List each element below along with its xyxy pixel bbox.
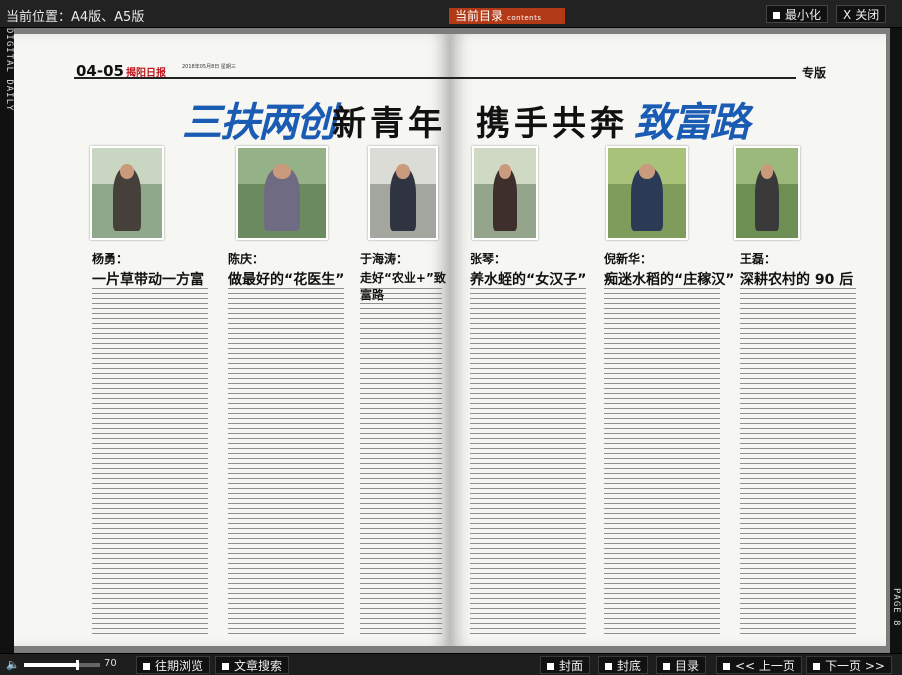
volume-slider[interactable] — [24, 660, 100, 670]
top-toolbar: 当前位置：A4版、A5版 当前目录 contents 最小化 X 关闭 — [0, 0, 902, 28]
header-rule — [450, 77, 796, 79]
article-body[interactable] — [740, 288, 856, 638]
article-body[interactable] — [360, 288, 442, 638]
square-icon — [143, 663, 150, 670]
left-side-strip: DIGITAL DAILY — [0, 28, 14, 653]
paper-date: 2018年05月8日 星期三 — [182, 64, 236, 70]
close-label: 关闭 — [855, 8, 880, 22]
close-button[interactable]: X 关闭 — [836, 5, 887, 23]
headline-block-right: 携手共奔 — [476, 104, 628, 144]
article-title: 一片草带动一方富 — [92, 272, 204, 288]
article-title: 养水蛭的“女汉子” — [470, 272, 587, 288]
current-directory-small: contents — [507, 14, 542, 22]
square-icon — [605, 663, 612, 670]
bottom-toolbar: 🔈 70 往期浏览 文章搜索 封面 封底 目录 << 上一页 下一页 >> — [0, 653, 902, 675]
article-body[interactable] — [92, 288, 208, 638]
newspaper-viewer[interactable]: 04-05 揭阳日报 2018年05月8日 星期三 三扶两创 新青年 杨勇： 一… — [14, 28, 890, 653]
article-heading[interactable]: 王磊： 深耕农村的 90 后 — [740, 250, 853, 289]
article-search-button[interactable]: 文章搜索 — [215, 656, 290, 674]
header-rule — [74, 77, 450, 79]
prev-page-button[interactable]: << 上一页 — [716, 656, 802, 674]
minimize-label: 最小化 — [785, 8, 822, 22]
history-browse-label: 往期浏览 — [155, 659, 204, 673]
back-cover-button[interactable]: 封底 — [598, 656, 649, 674]
article-author: 陈庆： — [228, 252, 265, 266]
article-title: 深耕农村的 90 后 — [740, 272, 854, 288]
article-author: 于海涛： — [360, 252, 409, 266]
back-cover-label: 封底 — [617, 659, 642, 673]
cover-label: 封面 — [559, 659, 584, 673]
current-directory-tab[interactable]: 当前目录 contents — [449, 8, 565, 24]
square-icon — [663, 663, 670, 670]
article-photo[interactable] — [368, 146, 438, 240]
article-heading[interactable]: 杨勇： 一片草带动一方富 — [92, 250, 204, 289]
article-author: 张琴： — [470, 252, 507, 266]
article-body[interactable] — [228, 288, 344, 638]
article-photo[interactable] — [472, 146, 538, 240]
article-heading[interactable]: 倪新华： 痴迷水稻的“庄稼汉” — [604, 250, 734, 289]
section-label: 专版 — [801, 66, 826, 80]
toc-label: 目录 — [675, 659, 700, 673]
article-body[interactable] — [604, 288, 720, 638]
toc-button[interactable]: 目录 — [656, 656, 707, 674]
right-side-strip: PAGE 8 — [890, 28, 902, 653]
article-author: 王磊： — [740, 252, 777, 266]
close-icon: X — [843, 8, 852, 22]
square-icon — [222, 663, 229, 670]
next-page-button[interactable]: 下一页 >> — [806, 656, 892, 674]
article-title: 痴迷水稻的“庄稼汉” — [604, 272, 735, 288]
page-indicator: PAGE 8 — [891, 588, 901, 627]
article-search-label: 文章搜索 — [234, 659, 283, 673]
left-page[interactable]: 04-05 揭阳日报 2018年05月8日 星期三 三扶两创 新青年 杨勇： 一… — [14, 34, 450, 646]
cover-button[interactable]: 封面 — [540, 656, 591, 674]
article-photo[interactable] — [236, 146, 328, 240]
current-directory-label: 当前目录 — [455, 9, 504, 23]
right-page[interactable]: 专版 携手共奔 致富路 张琴： 养水蛭的“女汉子” 倪新华： 痴迷水稻的“庄稼汉… — [450, 34, 886, 646]
prev-page-label: << 上一页 — [735, 659, 795, 673]
headline-calli-right: 致富路 — [634, 99, 750, 146]
article-author: 倪新华： — [604, 252, 653, 266]
square-icon — [547, 663, 554, 670]
current-location: 当前位置：A4版、A5版 — [6, 10, 145, 25]
square-icon — [723, 663, 730, 670]
article-title: 做最好的“花医生” — [228, 272, 345, 288]
article-photo[interactable] — [90, 146, 164, 240]
article-heading[interactable]: 陈庆： 做最好的“花医生” — [228, 250, 344, 289]
volume-fill — [24, 663, 78, 667]
headline-calli-left: 三扶两创 — [182, 99, 336, 146]
square-icon — [813, 663, 820, 670]
volume-knob[interactable] — [76, 660, 80, 670]
article-author: 杨勇： — [92, 252, 129, 266]
article-photo[interactable] — [734, 146, 800, 240]
headline-block-left: 新青年 — [332, 104, 446, 144]
speaker-icon[interactable]: 🔈 — [6, 658, 20, 671]
digital-daily-label: DIGITAL DAILY — [4, 28, 14, 112]
article-photo[interactable] — [606, 146, 688, 240]
history-browse-button[interactable]: 往期浏览 — [136, 656, 211, 674]
minimize-button[interactable]: 最小化 — [766, 5, 829, 23]
article-body[interactable] — [470, 288, 586, 638]
square-icon — [773, 12, 780, 19]
next-page-label: 下一页 >> — [825, 659, 885, 673]
article-heading[interactable]: 张琴： 养水蛭的“女汉子” — [470, 250, 586, 289]
volume-value: 70 — [104, 658, 117, 669]
